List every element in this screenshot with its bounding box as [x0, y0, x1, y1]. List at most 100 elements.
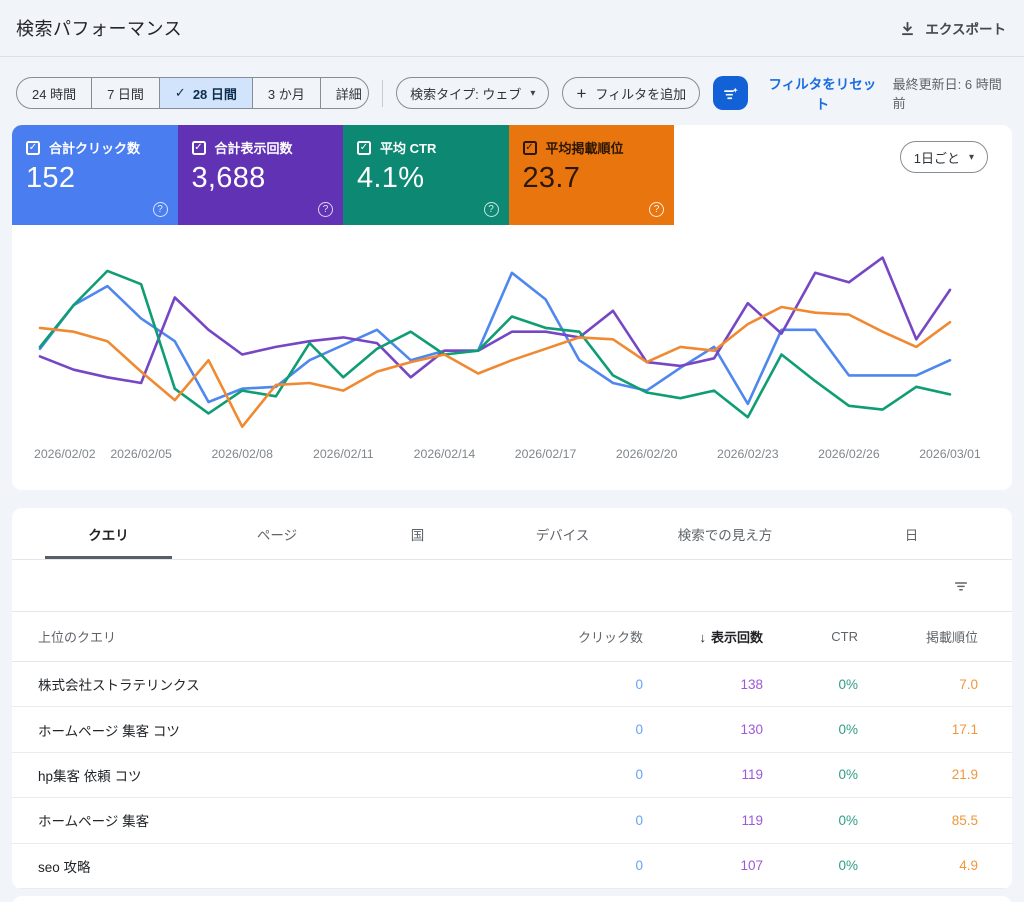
position-cell: 17.1	[951, 722, 978, 738]
x-axis-label: 2026/02/17	[515, 447, 577, 461]
series-line-合計表示回数	[38, 256, 952, 385]
help-icon[interactable]: ?	[649, 202, 664, 217]
table-row[interactable]: hp集客 依頼 コツ 0 119 0% 21.9	[12, 753, 1012, 799]
performance-chart-card: ✓ 合計クリック数 152 ? ✓ 合計表示回数 3,688 ? ✓ 平均 CT…	[12, 125, 1012, 490]
metric-label: 合計表示回数	[214, 141, 293, 156]
next-card-edge	[12, 896, 1012, 902]
query-cell[interactable]: hp集客 依頼 コツ	[38, 765, 523, 785]
ctr-cell: 0%	[838, 722, 858, 738]
query-cell[interactable]: ホームページ 集客 コツ	[38, 720, 523, 740]
column-header-query[interactable]: 上位のクエリ	[38, 627, 523, 646]
query-cell[interactable]: ホームページ 集客	[38, 810, 523, 830]
tab-devices[interactable]: デバイス	[486, 508, 639, 559]
dimensions-table-card: クエリ ページ 国 デバイス 検索での見え方 日 上位のクエリ クリック数 ↓ 表…	[12, 508, 1012, 889]
sort-desc-icon: ↓	[699, 630, 706, 645]
ctr-cell: 0%	[838, 767, 858, 783]
range-3m[interactable]: 3 か月	[251, 78, 320, 108]
x-axis-label: 2026/02/08	[211, 447, 273, 461]
dimension-tabs: クエリ ページ 国 デバイス 検索での見え方 日	[12, 508, 1012, 560]
reset-filters-link[interactable]: フィルタをリセット	[765, 73, 880, 113]
last-updated-text: 最終更新日: 6 時間前	[892, 77, 1002, 111]
filter-list-icon[interactable]	[952, 577, 970, 595]
export-button[interactable]: エクスポート	[899, 18, 1006, 38]
checkbox-checked-icon[interactable]: ✓	[357, 140, 371, 155]
ctr-cell: 0%	[838, 676, 858, 692]
clicks-cell: 0	[635, 722, 643, 738]
series-line-合計クリック数	[38, 271, 952, 406]
help-icon[interactable]: ?	[152, 202, 168, 217]
series-line-平均掲載順位	[38, 305, 952, 428]
checkbox-checked-icon[interactable]: ✓	[26, 140, 40, 155]
metric-value: 152	[26, 162, 76, 194]
filter-sparkle-icon	[721, 84, 740, 103]
column-header-impressions[interactable]: ↓ 表示回数	[643, 627, 763, 646]
table-filter-row	[12, 560, 1012, 612]
checkbox-checked-icon[interactable]: ✓	[191, 140, 206, 155]
x-axis-label: 2026/02/11	[313, 447, 374, 461]
metric-tile-position[interactable]: ✓ 平均掲載順位 23.7 ?	[508, 125, 674, 225]
help-icon[interactable]: ?	[483, 202, 499, 217]
metric-tile-clicks[interactable]: ✓ 合計クリック数 152 ?	[12, 125, 178, 225]
table-row[interactable]: seo 攻略 0 107 0% 4.9	[12, 844, 1012, 889]
metric-label: 平均掲載順位	[545, 141, 624, 156]
table-row[interactable]: ホームページ 集客 コツ 0 130 0% 17.1	[12, 707, 1012, 753]
performance-line-chart[interactable]: 2026/02/02 2026/02/05 2026/02/08 2026/02/11…	[12, 225, 1012, 490]
chevron-down-icon: ▾	[968, 151, 974, 163]
position-cell: 85.5	[951, 812, 978, 828]
range-7d[interactable]: 7 日間	[91, 78, 159, 108]
check-icon: ✓	[174, 85, 186, 100]
tab-countries[interactable]: 国	[349, 508, 486, 559]
page-title: 検索パフォーマンス	[16, 19, 183, 39]
metric-tiles: ✓ 合計クリック数 152 ? ✓ 合計表示回数 3,688 ? ✓ 平均 CT…	[12, 125, 674, 225]
impressions-cell: 138	[740, 676, 763, 692]
clicks-cell: 0	[635, 676, 643, 692]
range-more[interactable]: 詳細 ▾	[319, 78, 368, 108]
clicks-cell: 0	[635, 767, 643, 783]
x-axis-label: 2026/02/05	[110, 447, 172, 461]
x-axis-label: 2026/02/23	[717, 447, 779, 461]
tab-dates[interactable]: 日	[811, 508, 1012, 559]
query-cell[interactable]: seo 攻略	[38, 856, 523, 876]
tab-queries[interactable]: クエリ	[12, 508, 205, 559]
divider	[382, 79, 384, 107]
range-24h[interactable]: 24 時間	[17, 78, 91, 108]
ai-filter-button[interactable]	[713, 76, 749, 110]
checkbox-checked-icon[interactable]: ✓	[522, 140, 537, 155]
range-28d-selected[interactable]: ✓ 28 日間	[158, 78, 252, 108]
column-header-position[interactable]: 掲載順位	[858, 627, 978, 646]
tab-pages[interactable]: ページ	[205, 508, 349, 559]
search-performance-page: 検索パフォーマンス エクスポート 24 時間 7 日間 ✓ 28 日間 3 か月…	[0, 0, 1024, 902]
column-header-clicks[interactable]: クリック数	[523, 627, 643, 646]
position-cell: 7.0	[959, 676, 978, 692]
search-type-chip[interactable]: 検索タイプ: ウェブ ▾	[396, 77, 550, 109]
granularity-dropdown[interactable]: 1日ごと ▾	[899, 141, 988, 173]
x-axis-label: 2026/02/20	[616, 447, 678, 461]
clicks-cell: 0	[635, 812, 643, 828]
impressions-cell: 107	[740, 858, 763, 874]
add-filter-chip[interactable]: + フィルタを追加	[562, 77, 701, 109]
ctr-cell: 0%	[838, 812, 858, 828]
metric-tile-ctr[interactable]: ✓ 平均 CTR 4.1% ?	[343, 125, 509, 225]
table-header-row: 上位のクエリ クリック数 ↓ 表示回数 CTR 掲載順位	[12, 612, 1012, 662]
help-icon[interactable]: ?	[318, 202, 333, 217]
date-range-group: 24 時間 7 日間 ✓ 28 日間 3 か月 詳細 ▾	[16, 77, 370, 109]
filter-bar: 24 時間 7 日間 ✓ 28 日間 3 か月 詳細 ▾ 検索タイプ: ウェブ …	[0, 57, 1024, 113]
ctr-cell: 0%	[838, 858, 858, 874]
metric-tile-impressions[interactable]: ✓ 合計表示回数 3,688 ?	[177, 125, 343, 225]
impressions-cell: 119	[741, 767, 763, 783]
table-row[interactable]: ホームページ 集客 0 119 0% 85.5	[12, 798, 1012, 844]
tab-search-appearance[interactable]: 検索での見え方	[639, 508, 811, 559]
metric-label: 平均 CTR	[380, 141, 437, 156]
column-header-ctr[interactable]: CTR	[763, 629, 858, 644]
chevron-down-icon: ▾	[530, 87, 536, 99]
metric-value: 4.1%	[357, 162, 425, 194]
impressions-cell: 119	[741, 812, 763, 828]
download-icon	[899, 20, 916, 37]
table-row[interactable]: 株式会社ストラテリンクス 0 138 0% 7.0	[12, 662, 1012, 708]
x-axis-label: 2026/03/01	[919, 447, 981, 461]
impressions-cell: 130	[740, 722, 763, 738]
position-cell: 21.9	[951, 767, 978, 783]
clicks-cell: 0	[635, 858, 643, 874]
query-cell[interactable]: 株式会社ストラテリンクス	[38, 674, 523, 694]
x-axis-label: 2026/02/14	[414, 447, 476, 461]
